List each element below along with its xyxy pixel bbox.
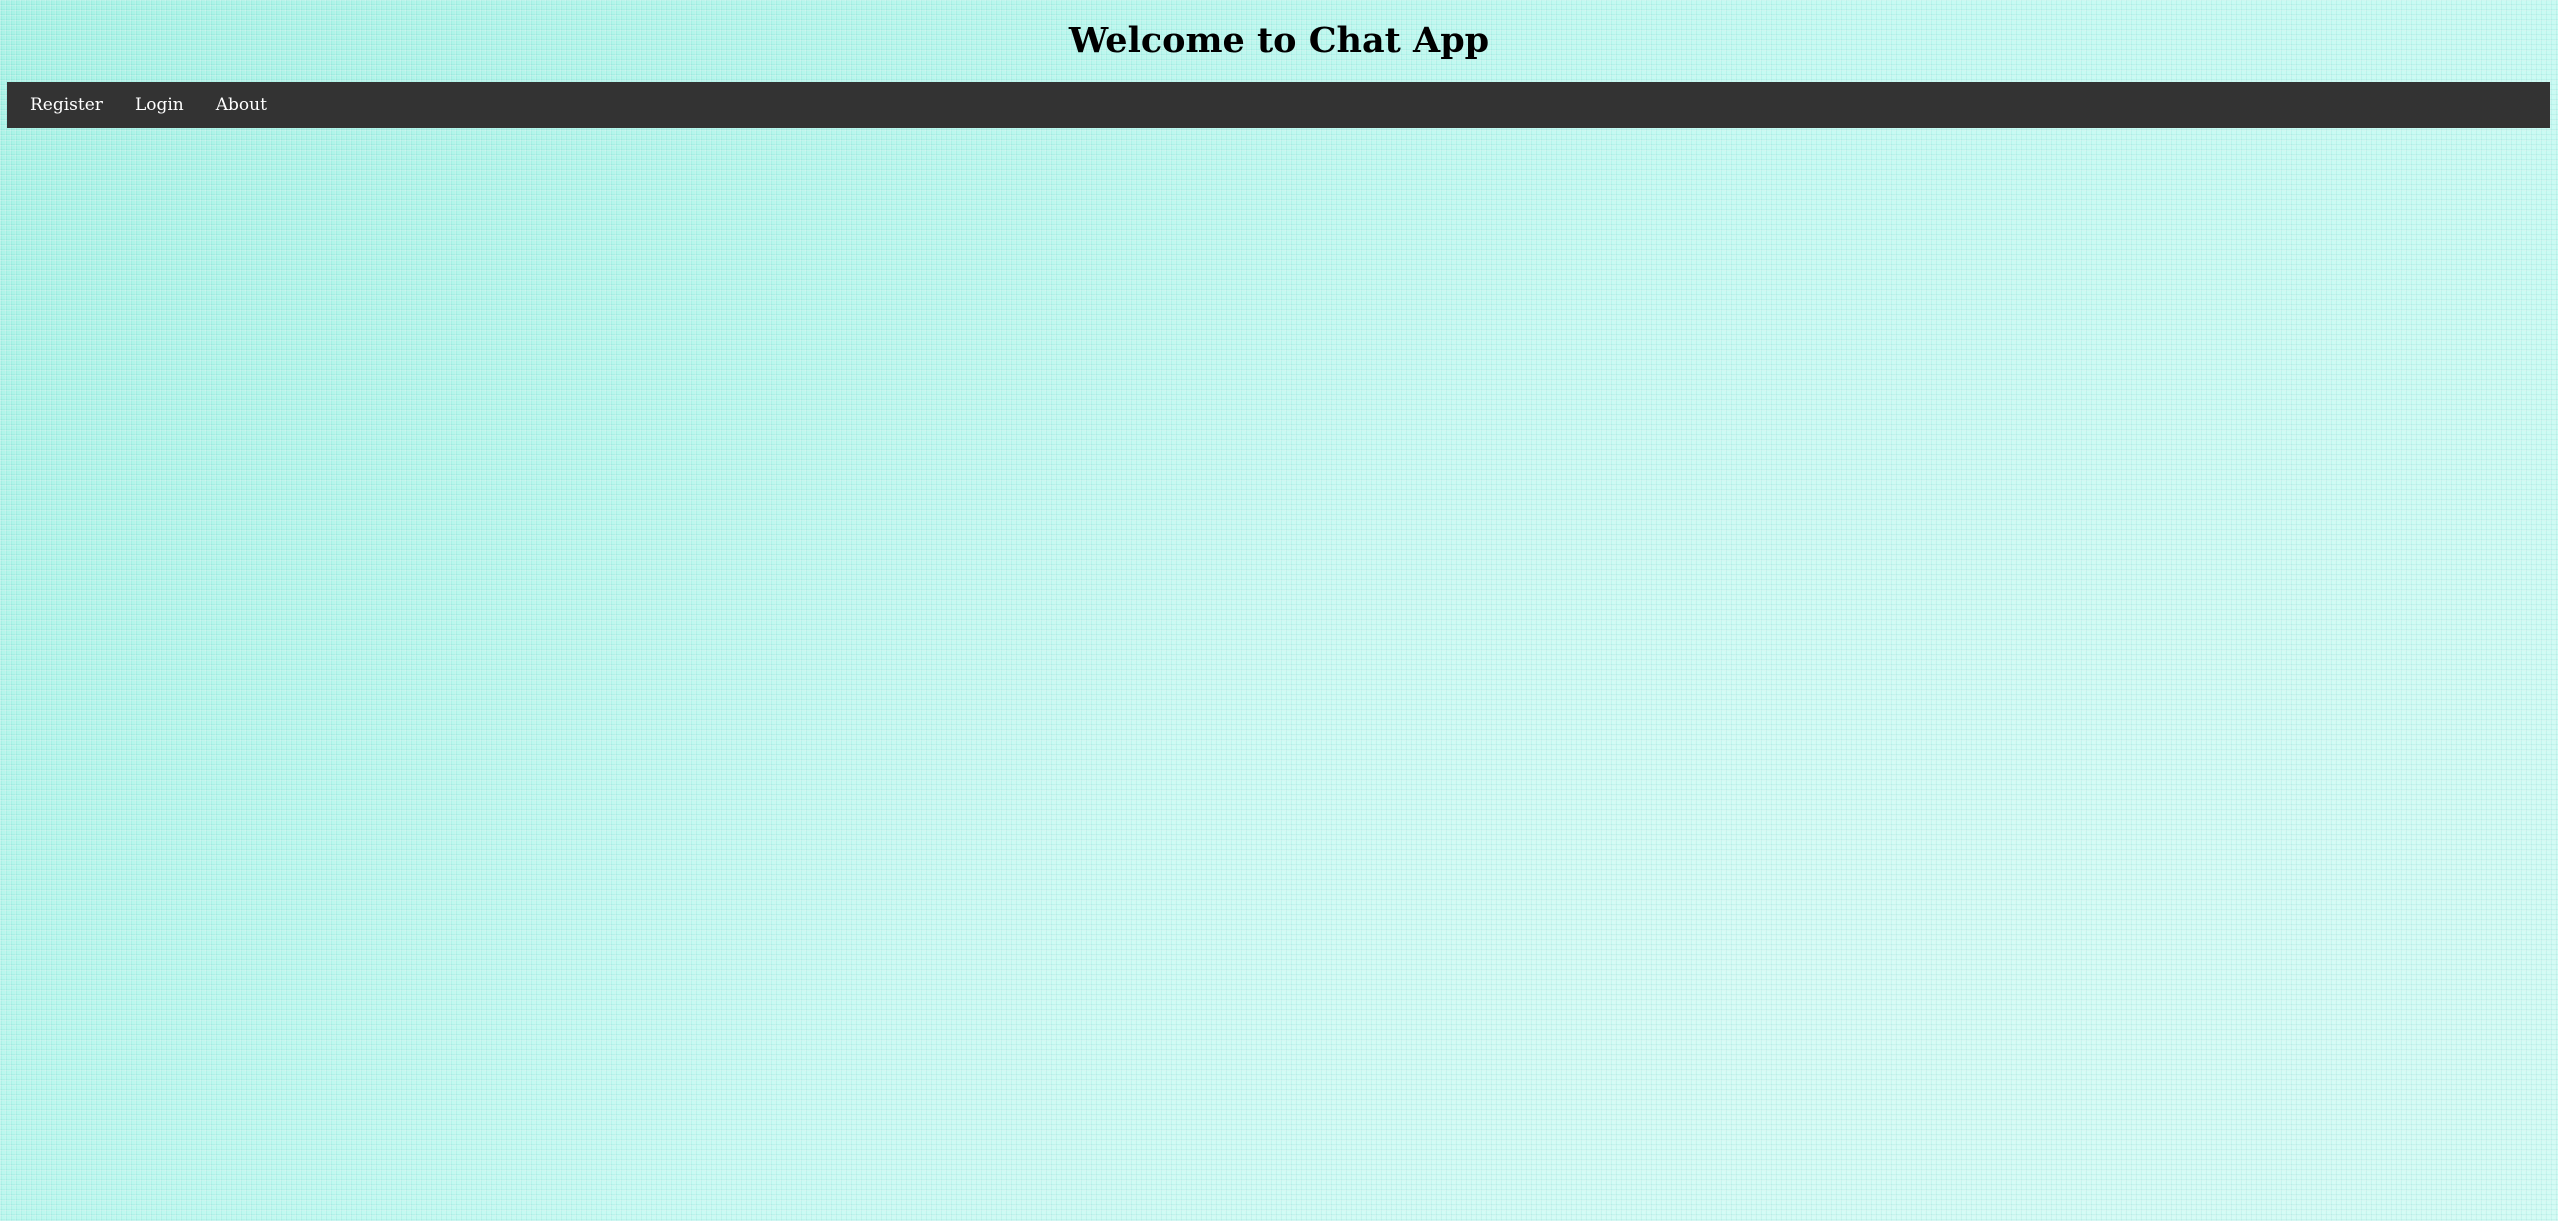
- nav-link-register[interactable]: Register: [14, 82, 119, 128]
- top-navbar: Register Login About: [7, 82, 2550, 128]
- nav-link-login[interactable]: Login: [119, 82, 200, 128]
- page-title: Welcome to Chat App: [1068, 19, 1490, 61]
- nav-link-about[interactable]: About: [200, 82, 283, 128]
